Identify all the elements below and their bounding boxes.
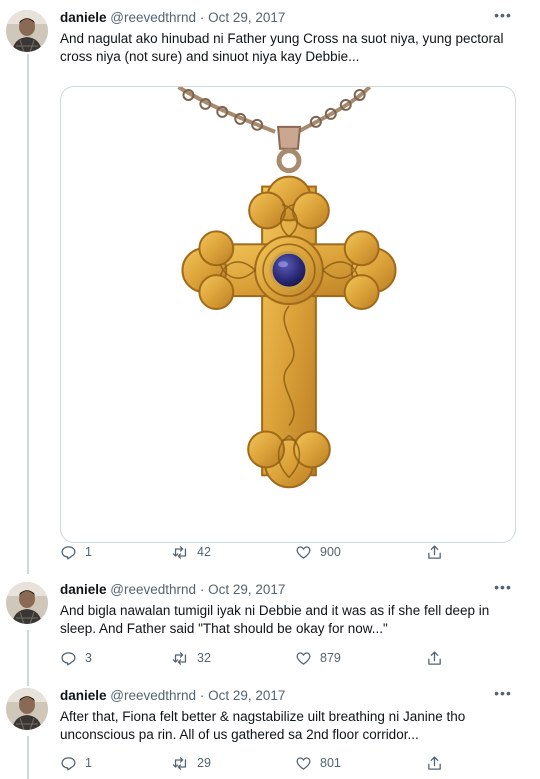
- retweet-icon: [172, 756, 187, 770]
- tweet-text-line: After that, Fiona felt better & nagstabi…: [60, 709, 466, 724]
- tweet-text-line: And bigla nawalan tumigil iyak ni Debbie…: [60, 603, 490, 618]
- share-button[interactable]: [426, 754, 443, 772]
- retweet-icon: [172, 545, 187, 559]
- like-count: 900: [320, 545, 341, 559]
- more-icon[interactable]: •••: [494, 686, 512, 702]
- tweet-text-line: cross niya (not sure) and sinuot niya ka…: [60, 49, 360, 64]
- avatar-image: [6, 582, 48, 624]
- like-button[interactable]: 900: [295, 543, 341, 561]
- avatar-image: [6, 10, 48, 52]
- like-count: 801: [320, 756, 341, 770]
- share-button[interactable]: [426, 543, 443, 561]
- more-icon[interactable]: •••: [494, 8, 512, 24]
- reply-button[interactable]: 1: [60, 543, 92, 561]
- retweet-count: 42: [197, 545, 211, 559]
- tweet[interactable]: daniele @reevedthrnd · Oct 29, 2017 ••• …: [0, 686, 540, 778]
- timestamp[interactable]: Oct 29, 2017: [208, 10, 285, 25]
- avatar[interactable]: [6, 582, 48, 624]
- more-icon[interactable]: •••: [494, 580, 512, 596]
- reply-icon: [61, 756, 76, 771]
- reply-button[interactable]: 3: [60, 649, 92, 667]
- timestamp[interactable]: Oct 29, 2017: [208, 582, 285, 597]
- like-button[interactable]: 879: [295, 649, 341, 667]
- heart-icon: [296, 756, 311, 770]
- reply-count: 1: [85, 756, 92, 770]
- tweet[interactable]: daniele @reevedthrnd · Oct 29, 2017 ••• …: [0, 8, 540, 570]
- tweet-text-line: unconscious pa rin. All of us gathered s…: [60, 727, 419, 742]
- timestamp[interactable]: Oct 29, 2017: [208, 688, 285, 703]
- avatar[interactable]: [6, 10, 48, 52]
- tweet-header: daniele @reevedthrnd · Oct 29, 2017: [60, 688, 285, 706]
- display-name[interactable]: daniele: [60, 582, 107, 597]
- reply-count: 3: [85, 651, 92, 665]
- tweet-media[interactable]: [60, 86, 516, 543]
- tweet-text: And nagulat ako hinubad ni Father yung C…: [60, 30, 518, 66]
- share-icon: [428, 544, 441, 559]
- tweet-header: daniele @reevedthrnd · Oct 29, 2017: [60, 582, 285, 600]
- tweet-text: After that, Fiona felt better & nagstabi…: [60, 708, 518, 744]
- display-name[interactable]: daniele: [60, 10, 107, 25]
- like-button[interactable]: 801: [295, 754, 341, 772]
- like-count: 879: [320, 651, 341, 665]
- tweet-text: And bigla nawalan tumigil iyak ni Debbie…: [60, 602, 518, 638]
- cross-pendant-image: [177, 87, 397, 489]
- separator: ·: [199, 688, 205, 703]
- heart-icon: [296, 545, 311, 559]
- retweet-button[interactable]: 42: [172, 543, 211, 561]
- tweet-header: daniele @reevedthrnd · Oct 29, 2017: [60, 10, 285, 28]
- avatar-image: [6, 688, 48, 730]
- retweet-count: 29: [197, 756, 211, 770]
- share-icon: [428, 755, 441, 770]
- reply-icon: [61, 651, 76, 666]
- retweet-count: 32: [197, 651, 211, 665]
- retweet-button[interactable]: 29: [172, 754, 211, 772]
- separator: ·: [199, 582, 205, 597]
- share-icon: [428, 650, 441, 665]
- reply-count: 1: [85, 545, 92, 559]
- handle[interactable]: @reevedthrnd: [110, 688, 196, 703]
- reply-button[interactable]: 1: [60, 754, 92, 772]
- display-name[interactable]: daniele: [60, 688, 107, 703]
- tweet[interactable]: daniele @reevedthrnd · Oct 29, 2017 ••• …: [0, 580, 540, 672]
- separator: ·: [199, 10, 205, 25]
- share-button[interactable]: [426, 649, 443, 667]
- heart-icon: [296, 651, 311, 665]
- tweet-text-line: sleep. And Father said "That should be o…: [60, 621, 388, 636]
- reply-icon: [61, 545, 76, 560]
- handle[interactable]: @reevedthrnd: [110, 582, 196, 597]
- avatar[interactable]: [6, 688, 48, 730]
- handle[interactable]: @reevedthrnd: [110, 10, 196, 25]
- tweet-text-line: And nagulat ako hinubad ni Father yung C…: [60, 31, 504, 46]
- retweet-button[interactable]: 32: [172, 649, 211, 667]
- retweet-icon: [172, 651, 187, 665]
